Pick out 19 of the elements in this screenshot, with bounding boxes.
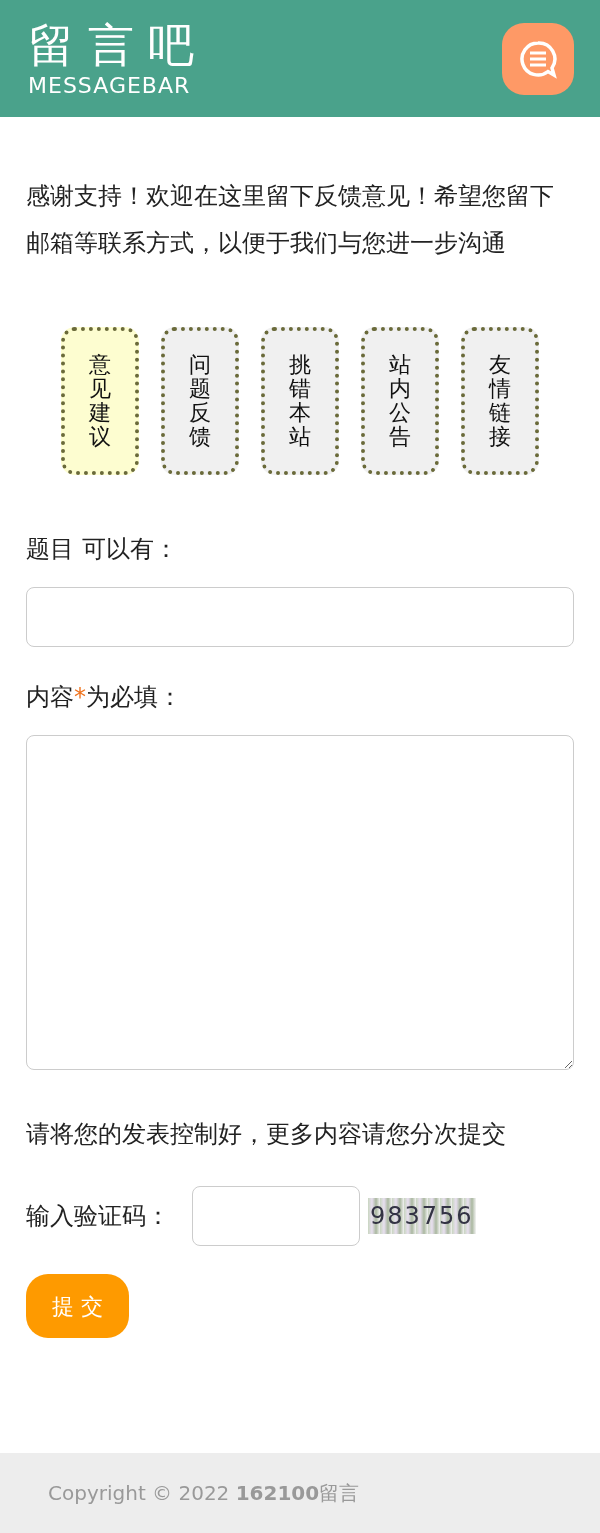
- category-tab[interactable]: 意见建议: [61, 327, 139, 475]
- chat-menu-icon: [518, 38, 558, 79]
- content-label: 内容*为必填：: [26, 682, 183, 713]
- subject-field[interactable]: [26, 587, 574, 647]
- content-field[interactable]: [26, 735, 574, 1070]
- category-tab[interactable]: 友情链接: [461, 327, 539, 475]
- logo-title: 留言吧: [28, 17, 208, 72]
- category-tab[interactable]: 问题反馈: [161, 327, 239, 475]
- logo-subtitle: MESSAGEBAR: [28, 71, 192, 100]
- subject-label: 题目 可以有：: [26, 534, 179, 565]
- captcha-label: 输入验证码：: [26, 1201, 171, 1232]
- category-tab[interactable]: 站内公告: [361, 327, 439, 475]
- category-tab[interactable]: 挑错本站: [261, 327, 339, 475]
- intro-text: 感谢支持！欢迎在这里留下反馈意见！希望您留下邮箱等联系方式，以便于我们与您进一步沟通: [26, 181, 555, 259]
- captcha-field[interactable]: [192, 1186, 360, 1246]
- menu-button[interactable]: [502, 22, 574, 95]
- note-text: 请将您的发表控制好，更多内容请您分次提交: [26, 1119, 507, 1150]
- copyright-text: Copyright © 2022 162100留言: [48, 1480, 360, 1507]
- captcha-image: 983756: [368, 1198, 476, 1234]
